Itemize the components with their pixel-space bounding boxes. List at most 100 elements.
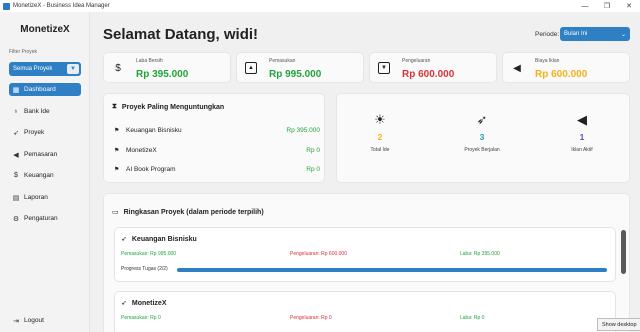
top-project-row: ⚑ AI Book Program Rp 0 [114,164,320,174]
stat-number: 1 [579,132,585,142]
sidebar-item-pemasaran[interactable]: ◀ Pemasaran [9,148,81,161]
task-progress-bar [177,268,607,272]
sidebar-item-keuangan[interactable]: $ Keuangan [9,169,81,182]
kpi-card-expense: ▼ Pengeluaran Rp 600.000 [369,52,497,83]
stat-label: Proyek Berjalan [464,147,500,153]
kpi-label: Laba Bersih [136,58,163,64]
project-icon: ⚑ [114,127,120,134]
kpi-value: Rp 600.000 [535,69,588,80]
arrow-up-box-icon: ▲ [245,62,257,74]
project-summary-card: ➶ MonetizeX Pemasukan: Rp 0 Pengeluaran:… [114,291,616,332]
stat-number: 2 [377,132,383,142]
top-projects-title: ⧗ Proyek Paling Menguntungkan [112,103,224,111]
logout-label: Logout [24,317,44,324]
project-summary-card: ➶ Keuangan Bisnisku Pemasukan: Rp 995.00… [114,227,616,282]
gear-icon: ⚙ [12,215,20,223]
top-project-name: AI Book Program [126,165,176,173]
period-select[interactable]: Bulan Ini ⌄ [560,27,630,41]
project-income: Pemasukan: Rp 0 [121,315,161,321]
sidebar-item-label: Pengaturan [24,215,58,222]
logout-icon: ⇥ [13,317,19,325]
project-icon: ⚑ [114,147,120,154]
project-summary-name: ➶ Keuangan Bisnisku [121,235,197,244]
sidebar-item-label: Dashboard [24,86,56,93]
megaphone-icon: ◀ [13,151,19,159]
page-title: Selamat Datang, widi! [103,26,259,43]
task-progress-fill [177,268,607,272]
kpi-value: Rp 600.000 [402,69,455,80]
sidebar: MonetizeX Filter Proyek Semua Proyek ▼ ▦… [0,12,90,332]
logout-button[interactable]: ⇥ Logout [9,314,81,327]
period-label: Periode: [535,31,560,38]
top-project-row: ⚑ MonetizeX Rp 0 [114,145,320,155]
stat-label: Total Ide [370,147,390,153]
window-title-bar: MonetizeX - Business Idea Manager — ❐ ✕ [0,0,640,12]
chevron-down-icon: ▼ [67,64,79,74]
stat-label: Iklan Aktif [571,147,593,153]
project-income: Pemasukan: Rp 995.000 [121,251,177,257]
kpi-label: Pemasukan [269,58,296,64]
megaphone-icon: ◀ [513,62,521,74]
hourglass-icon: ⧗ [112,103,117,110]
kpi-card-income: ▲ Pemasukan Rp 995.000 [236,52,364,83]
sidebar-item-proyek[interactable]: ➶ Proyek [9,126,81,139]
folder-icon: ▭ [112,209,119,216]
rocket-icon: ➶ [476,112,488,127]
money-bag-icon: $ [115,62,121,74]
arrow-down-box-icon: ▼ [378,62,390,74]
top-projects-panel: ⧗ Proyek Paling Menguntungkan ⚑ Keuangan… [103,93,325,183]
kpi-card-ad-cost: ◀ Biaya Iklan Rp 600.000 [502,52,630,83]
task-progress-label: Progress Tugas (2/2) [121,266,168,272]
stat-active-ads: ◀ 1 Iklan Aktif [547,112,617,153]
project-name-text: Keuangan Bisnisku [131,235,197,243]
stats-panel: ☀ 2 Total Ide ➶ 3 Proyek Berjalan ◀ 1 Ik… [336,93,630,183]
top-projects-title-text: Proyek Paling Menguntungkan [121,103,225,111]
rocket-icon: ➶ [121,300,127,307]
summary-scrollbar[interactable] [621,230,626,274]
project-filter-value: Semua Proyek [13,66,53,72]
dashboard-icon: ▦ [12,86,20,94]
show-desktop-tooltip: Show desktop [597,318,640,331]
kpi-label: Biaya Iklan [535,58,560,64]
rocket-icon: ➶ [13,129,19,137]
sidebar-item-dashboard[interactable]: ▦ Dashboard [9,83,81,96]
top-project-value: Rp 395.000 [286,126,320,134]
minimize-button[interactable]: — [574,0,596,12]
top-project-name: Keuangan Bisnisku [126,126,182,134]
top-project-row: ⚑ Keuangan Bisnisku Rp 395.000 [114,125,320,135]
project-filter-label: Filter Proyek [9,49,38,55]
window-title: MonetizeX - Business Idea Manager [13,3,110,9]
kpi-card-net-profit: $ Laba Bersih Rp 395.000 [103,52,231,83]
sidebar-item-label: Laporan [24,194,48,201]
project-summary-name: ➶ MonetizeX [121,299,167,308]
sidebar-item-bank-ide[interactable]: ♁ Bank Ide [9,105,81,118]
project-icon: ⚑ [114,166,120,173]
kpi-value: Rp 395.000 [136,69,189,80]
stat-running-projects: ➶ 3 Proyek Berjalan [447,112,517,153]
project-filter-select[interactable]: Semua Proyek ▼ [9,62,81,76]
sidebar-item-label: Pemasaran [24,151,58,158]
stat-total-ideas: ☀ 2 Total Ide [345,112,415,153]
megaphone-icon: ◀ [577,112,587,127]
maximize-button[interactable]: ❐ [596,0,618,12]
close-button[interactable]: ✕ [618,0,640,12]
sidebar-item-laporan[interactable]: ▤ Laporan [9,191,81,204]
sidebar-item-label: Bank Ide [24,108,50,115]
project-summary-title-text: Ringkasan Proyek (dalam periode terpilih… [123,208,264,216]
period-select-value: Bulan Ini [564,31,588,37]
chevron-down-icon: ⌄ [620,31,626,38]
project-name-text: MonetizeX [131,299,167,307]
lightbulb-icon: ☀ [374,112,386,127]
sidebar-item-label: Proyek [24,129,45,136]
kpi-value: Rp 995.000 [269,69,322,80]
main-content: Selamat Datang, widi! Periode: Bulan Ini… [91,12,640,332]
top-project-value: Rp 0 [306,165,320,173]
lightbulb-icon: ♁ [13,108,19,115]
sidebar-item-pengaturan[interactable]: ⚙ Pengaturan [9,212,81,225]
kpi-label: Pengeluaran [402,58,431,64]
top-project-name: MonetizeX [126,146,157,154]
project-profit: Laba: Rp 395.000 [460,251,500,257]
stat-number: 3 [479,132,485,142]
app-icon [3,2,10,10]
rocket-icon: ➶ [121,236,127,243]
